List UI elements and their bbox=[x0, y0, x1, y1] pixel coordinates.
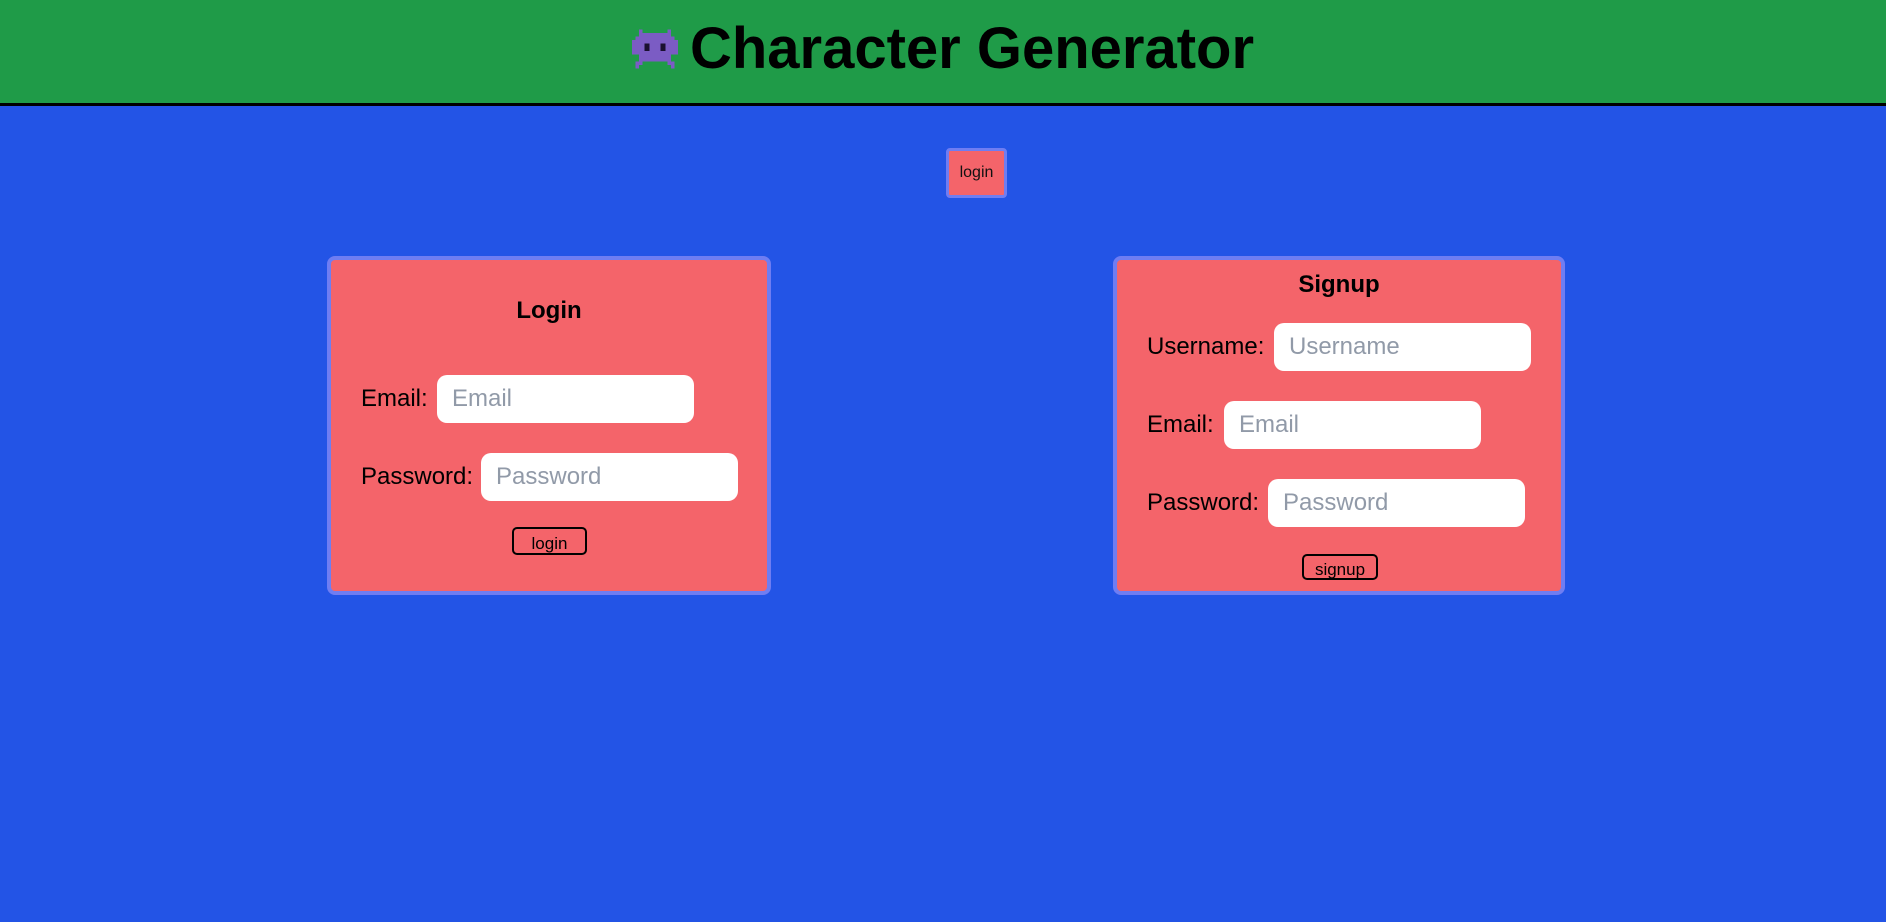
app-title-text: Character Generator bbox=[689, 16, 1255, 81]
signup-username-label: Username: bbox=[1147, 333, 1265, 360]
signup-password-input[interactable] bbox=[1268, 479, 1525, 527]
signup-submit-button[interactable]: signup bbox=[1302, 554, 1378, 580]
app-header: Character Generator bbox=[0, 0, 1886, 106]
login-password-input[interactable] bbox=[481, 453, 738, 501]
login-email-label: Email: bbox=[361, 385, 428, 412]
login-card: Login Email: Password: login bbox=[327, 256, 771, 595]
signup-email-input[interactable] bbox=[1224, 401, 1481, 449]
nav-login-button[interactable]: login bbox=[946, 148, 1007, 198]
signup-password-label: Password: bbox=[1147, 489, 1260, 516]
login-title: Login bbox=[516, 297, 582, 324]
signup-card: Signup Username: Email: Password: signup bbox=[1113, 256, 1565, 595]
signup-email-label: Email: bbox=[1147, 411, 1214, 438]
app-title: Character Generator bbox=[0, 14, 1886, 84]
signup-username-input[interactable] bbox=[1274, 323, 1531, 371]
signup-title: Signup bbox=[1298, 271, 1380, 298]
login-password-label: Password: bbox=[361, 463, 474, 490]
alien-monster-icon bbox=[631, 18, 678, 69]
login-submit-button[interactable]: login bbox=[512, 527, 587, 555]
login-email-input[interactable] bbox=[437, 375, 694, 423]
